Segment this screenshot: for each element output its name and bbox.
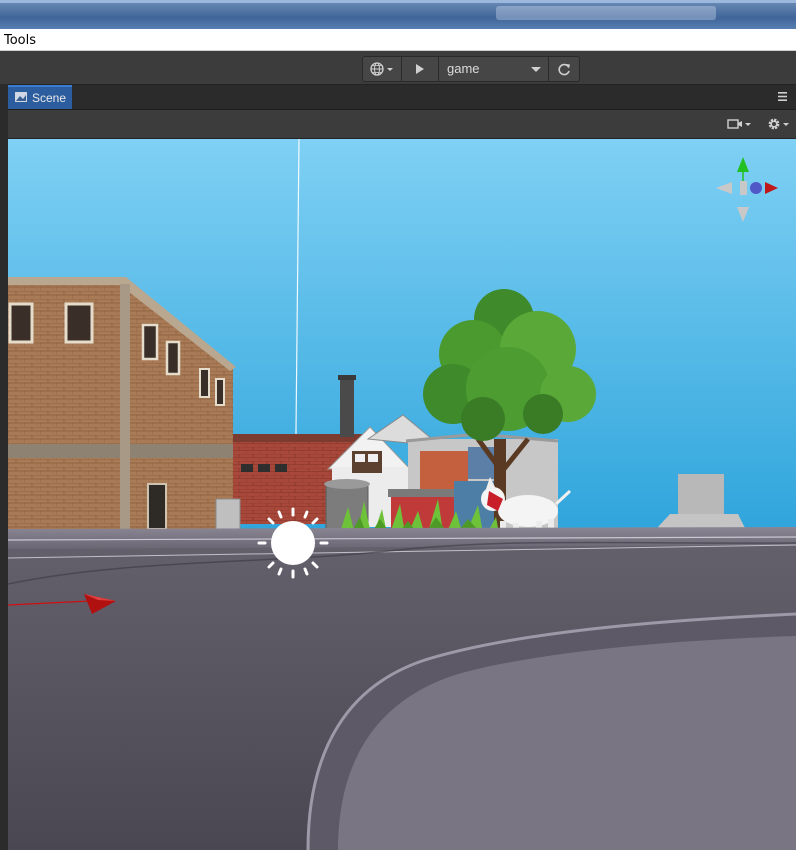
scene-icon: [15, 92, 27, 102]
camera-icon: [727, 119, 751, 129]
scene-viewport[interactable]: [8, 139, 796, 850]
globe-icon: [370, 62, 393, 76]
main-toolbar: game: [0, 51, 796, 85]
camera-settings-button[interactable]: [726, 116, 754, 132]
environment-dropdown[interactable]: game: [438, 57, 548, 81]
scene-toolbar: [8, 110, 796, 139]
play-button[interactable]: [402, 57, 438, 81]
title-bar-highlight: [0, 0, 796, 3]
refresh-icon: [557, 63, 570, 75]
play-icon: [416, 64, 424, 74]
title-bar-controls: [496, 6, 716, 20]
chevron-down-icon: [531, 67, 541, 72]
refresh-button[interactable]: [549, 57, 579, 81]
menu-item-tools[interactable]: Tools: [4, 33, 36, 48]
tab-bar: Scene: [8, 85, 796, 110]
environment-dropdown-value: game: [447, 61, 480, 76]
scene-settings-button[interactable]: [766, 116, 792, 132]
gear-icon: [768, 118, 789, 130]
tab-scene[interactable]: Scene: [8, 85, 72, 109]
menu-icon[interactable]: [778, 91, 787, 102]
window-title-bar: [0, 0, 796, 29]
play-controls: game: [362, 56, 580, 82]
globe-button[interactable]: [363, 57, 401, 81]
tab-scene-label: Scene: [32, 91, 67, 105]
scene-render: [8, 139, 796, 850]
menu-bar: Tools: [0, 29, 796, 51]
